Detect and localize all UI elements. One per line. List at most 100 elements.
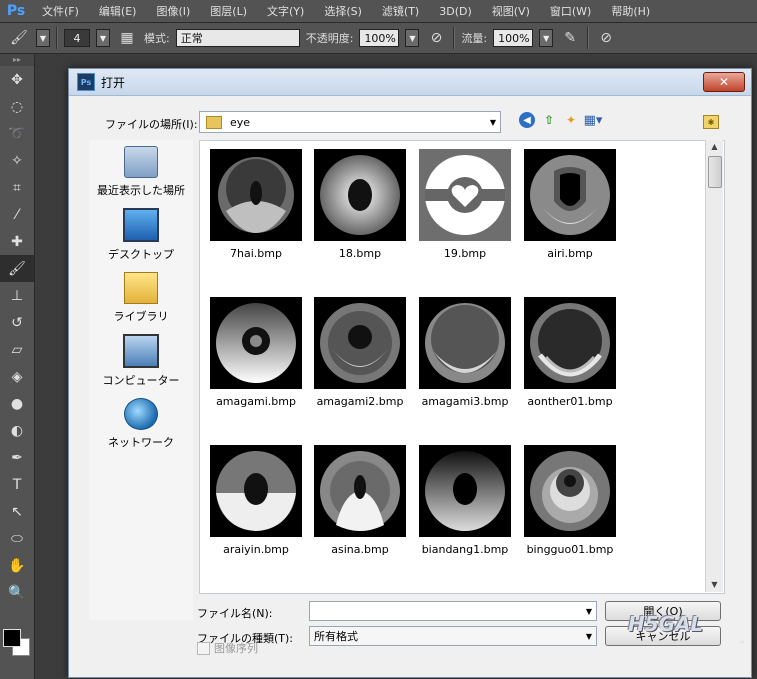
place-network[interactable]: ネットワーク <box>89 398 193 450</box>
file-name[interactable]: araiyin.bmp <box>201 543 311 556</box>
favorite-folder-icon[interactable]: ✱ <box>703 115 719 129</box>
image-sequence-option[interactable]: 图像序列 <box>197 640 258 656</box>
brush-preset-dropdown[interactable]: ▼ <box>36 29 50 47</box>
flow-input[interactable]: 100% <box>493 29 534 47</box>
menu-image[interactable]: 图像(I) <box>146 3 200 19</box>
filetype-select[interactable]: 所有格式 ▼ <box>309 626 597 646</box>
quick-select-tool-icon[interactable]: ✧ <box>0 147 34 174</box>
file-thumbnail[interactable] <box>210 149 302 241</box>
menu-window[interactable]: 窗口(W) <box>540 3 601 19</box>
pen-tool-icon[interactable]: ✒ <box>0 444 34 471</box>
file-name[interactable]: 7hai.bmp <box>201 247 311 260</box>
file-name[interactable]: 19.bmp <box>410 247 520 260</box>
brush-size-dropdown[interactable]: ▼ <box>96 29 110 47</box>
brush-tool-icon[interactable]: 🖌 <box>0 255 34 282</box>
filename-input[interactable]: ▼ <box>309 601 597 621</box>
file-thumbnail[interactable] <box>524 445 616 537</box>
airbrush-icon[interactable]: ✎ <box>559 27 581 49</box>
menu-3d[interactable]: 3D(D) <box>429 5 482 18</box>
scroll-up-icon[interactable]: ▲ <box>706 140 723 154</box>
close-icon[interactable]: ✕ <box>703 72 745 92</box>
file-name[interactable]: amagami2.bmp <box>305 395 415 408</box>
healing-tool-icon[interactable]: ✚ <box>0 228 34 255</box>
menu-help[interactable]: 帮助(H) <box>601 3 660 19</box>
file-thumbnail[interactable] <box>314 297 406 389</box>
dialog-titlebar[interactable]: Ps 打开 ✕ <box>69 69 751 96</box>
hand-tool-icon[interactable]: ✋ <box>0 552 34 579</box>
file-thumbnail[interactable] <box>210 445 302 537</box>
place-computer[interactable]: コンピューター <box>89 334 193 388</box>
file-thumbnail[interactable] <box>419 149 511 241</box>
zoom-tool-icon[interactable]: 🔍 <box>0 579 34 606</box>
menu-layer[interactable]: 图层(L) <box>200 3 257 19</box>
move-tool-icon[interactable]: ✥ <box>0 66 34 93</box>
place-library[interactable]: ライブラリ <box>89 272 193 324</box>
file-name[interactable]: aonther01.bmp <box>515 395 625 408</box>
foreground-color-swatch[interactable] <box>3 629 21 647</box>
crop-tool-icon[interactable]: ⌗ <box>0 174 34 201</box>
shape-tool-icon[interactable]: ⬭ <box>0 525 34 552</box>
brush-panel-icon[interactable]: ▦ <box>116 27 138 49</box>
stamp-tool-icon[interactable]: ⊥ <box>0 282 34 309</box>
file-thumbnail[interactable] <box>419 445 511 537</box>
type-tool-icon[interactable]: T <box>0 471 34 498</box>
chevron-down-icon: ▼ <box>489 117 497 127</box>
scroll-down-icon[interactable]: ▼ <box>706 578 723 592</box>
file-name[interactable]: amagami3.bmp <box>410 395 520 408</box>
file-name[interactable]: biandang1.bmp <box>410 543 520 556</box>
menu-edit[interactable]: 编辑(E) <box>89 3 147 19</box>
paint-bucket-tool-icon[interactable]: ◈ <box>0 363 34 390</box>
opacity-input[interactable]: 100% <box>359 29 400 47</box>
menu-file[interactable]: 文件(F) <box>32 3 89 19</box>
marquee-tool-icon[interactable]: ◌ <box>0 93 34 120</box>
view-menu-icon[interactable]: ▦▾ <box>584 112 603 128</box>
file-thumbnail[interactable] <box>524 297 616 389</box>
menu-type[interactable]: 文字(Y) <box>257 3 314 19</box>
place-label: ネットワーク <box>108 436 174 449</box>
file-name[interactable]: bingguo01.bmp <box>515 543 625 556</box>
history-brush-tool-icon[interactable]: ↺ <box>0 309 34 336</box>
up-folder-icon[interactable]: ⇧ <box>541 112 557 128</box>
file-thumbnail[interactable] <box>419 297 511 389</box>
blur-tool-icon[interactable]: ● <box>0 390 34 417</box>
file-name[interactable]: asina.bmp <box>305 543 415 556</box>
pressure-opacity-icon[interactable]: ⊘ <box>425 27 447 49</box>
file-name[interactable]: airi.bmp <box>515 247 625 260</box>
place-label: デスクトップ <box>108 248 174 261</box>
dialog-title: 打开 <box>101 75 126 90</box>
file-name[interactable]: 18.bmp <box>305 247 415 260</box>
location-select[interactable]: eye ▼ <box>199 111 501 133</box>
mode-label: 模式: <box>144 32 170 45</box>
file-list-scrollbar[interactable]: ▲ ▼ <box>705 140 723 592</box>
menu-filter[interactable]: 滤镜(T) <box>372 3 429 19</box>
dodge-tool-icon[interactable]: ◐ <box>0 417 34 444</box>
file-thumbnail[interactable] <box>314 149 406 241</box>
filename-label: ファイル名(N): <box>197 607 273 620</box>
menu-view[interactable]: 视图(V) <box>482 3 540 19</box>
back-icon[interactable]: ◀ <box>519 112 535 128</box>
panel-grip-icon[interactable]: ▸▸ <box>0 54 34 66</box>
eraser-tool-icon[interactable]: ▱ <box>0 336 34 363</box>
place-desktop[interactable]: デスクトップ <box>89 208 193 262</box>
path-select-tool-icon[interactable]: ↖ <box>0 498 34 525</box>
navigation-toolbar: ◀ ⇧ ✦ ▦▾ <box>519 112 603 128</box>
opacity-dropdown[interactable]: ▼ <box>405 29 420 47</box>
file-thumbnail[interactable] <box>210 297 302 389</box>
image-sequence-checkbox[interactable] <box>197 641 210 655</box>
mode-select[interactable]: 正常 <box>175 29 300 47</box>
brush-preset-icon[interactable]: 🖌 <box>8 27 30 49</box>
file-thumbnail[interactable] <box>524 149 616 241</box>
separator <box>587 27 590 49</box>
lasso-tool-icon[interactable]: ➰ <box>0 120 34 147</box>
scroll-thumb[interactable] <box>708 156 722 188</box>
eyedropper-tool-icon[interactable]: ⁄ <box>0 201 34 228</box>
brush-size-box[interactable]: 4 <box>64 29 90 47</box>
place-recent[interactable]: 最近表示した場所 <box>89 146 193 198</box>
menu-select[interactable]: 选择(S) <box>314 3 372 19</box>
flow-dropdown[interactable]: ▼ <box>539 29 554 47</box>
filetype-value: 所有格式 <box>314 630 358 643</box>
file-name[interactable]: amagami.bmp <box>201 395 311 408</box>
file-thumbnail[interactable] <box>314 445 406 537</box>
pressure-size-icon[interactable]: ⊘ <box>595 27 617 49</box>
new-folder-icon[interactable]: ✦ <box>563 112 579 128</box>
